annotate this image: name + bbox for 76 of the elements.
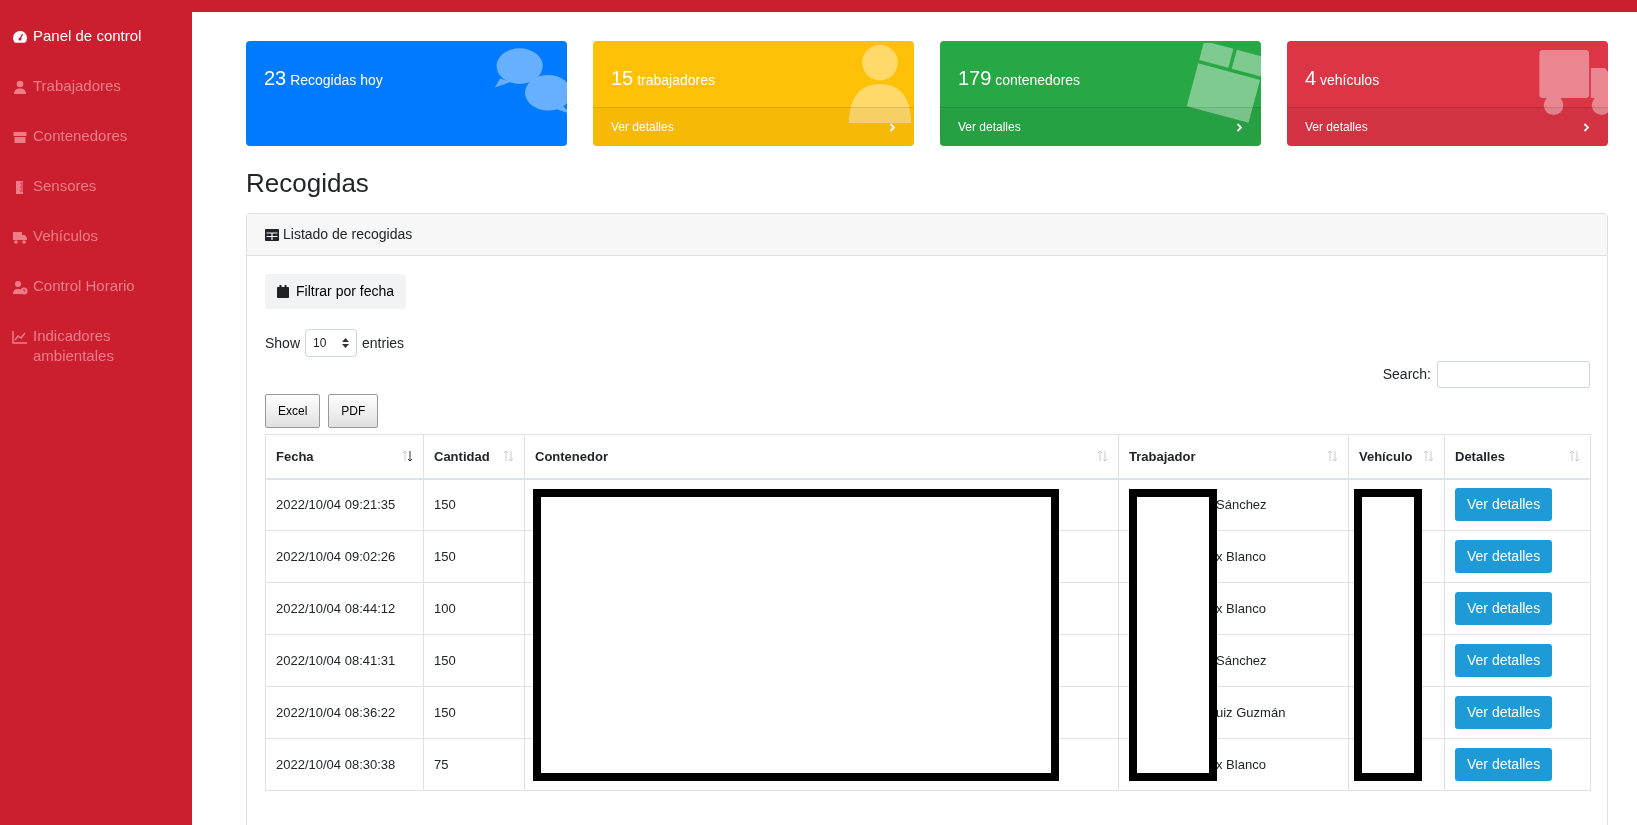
calendar-icon (277, 285, 289, 299)
table-cell: 2022/10/04 08:30:38 (276, 756, 396, 772)
table-cell: 150 (434, 652, 456, 668)
table-cell: uiz Guzmán (1216, 704, 1286, 720)
details-link[interactable]: Ver detalles (1287, 107, 1608, 146)
stat-value: 23 (264, 67, 287, 89)
table-cell: 150 (434, 497, 456, 513)
gauge-icon (12, 29, 28, 45)
user-clock-icon (12, 279, 28, 295)
table-cell: 100 (434, 600, 456, 616)
truck-icon (12, 229, 28, 245)
details-button[interactable]: Ver detalles (1455, 592, 1553, 626)
details-button[interactable]: Ver detalles (1455, 540, 1553, 574)
panel-title: Listado de recogidas (283, 225, 413, 245)
search-label: Search: (1382, 365, 1431, 385)
sidebar-item[interactable]: Sensores (0, 176, 192, 226)
table-cell: 150 (434, 704, 456, 720)
page-title: Recogidas (246, 168, 370, 200)
table-cell: Sánchez (1216, 497, 1267, 513)
user-icon (12, 79, 28, 95)
search-field[interactable] (1437, 361, 1590, 389)
details-button[interactable]: Ver detalles (1455, 644, 1553, 678)
stat-label: trabajadores (637, 72, 715, 88)
line-chart-icon (12, 329, 28, 345)
details-button[interactable]: Ver detalles (1455, 748, 1553, 782)
sidebar-item[interactable]: Contenedores (0, 126, 192, 176)
entries-label: entries (362, 333, 405, 353)
chevron-right-icon (889, 122, 896, 132)
table-cell: 75 (434, 756, 449, 772)
table-cell: 2022/10/04 09:02:26 (276, 548, 396, 564)
table-cell: 2022/10/04 08:36:22 (276, 704, 396, 720)
export-button[interactable]: PDF (328, 394, 379, 429)
table-cell: Sánchez (1216, 652, 1267, 668)
sort-arrows-icon (503, 450, 514, 463)
table-cell: x Blanco (1216, 756, 1266, 772)
sort-arrows-icon (1569, 450, 1580, 463)
details-link[interactable]: Ver detalles (940, 107, 1261, 146)
table-cell: x Blanco (1216, 600, 1266, 616)
sidebar-item[interactable]: Indicadores ambientales (0, 326, 192, 376)
table-cell: 2022/10/04 08:41:31 (276, 652, 396, 668)
stat-label: vehículos (1320, 72, 1380, 88)
updown-caret-icon (342, 338, 350, 349)
entries-select[interactable]: 10 (305, 329, 358, 358)
sort-arrows-icon (1097, 450, 1108, 463)
sort-arrows-icon (1327, 450, 1338, 463)
chevron-right-icon (1583, 122, 1590, 132)
table-cell: 2022/10/04 08:44:12 (276, 600, 396, 616)
sort-arrows-icon (1423, 450, 1434, 463)
chevron-right-icon (1236, 122, 1243, 132)
table-cell: x Blanco (1216, 548, 1266, 564)
show-label: Show (265, 333, 301, 353)
sort-arrows-icon (402, 450, 413, 463)
column-header[interactable]: Vehículo (1348, 434, 1445, 479)
stat-value: 179 (958, 67, 992, 89)
column-header[interactable]: Cantidad (423, 434, 525, 479)
table-cell: 2022/10/04 09:21:35 (276, 497, 396, 513)
details-button[interactable]: Ver detalles (1455, 488, 1553, 522)
sidebar-item[interactable]: Panel de control (0, 26, 192, 76)
stat-value: 4 (1305, 67, 1317, 89)
sidebar-item[interactable]: Trabajadores (0, 76, 192, 126)
sidebar-item[interactable]: Control Horario (0, 276, 192, 326)
stat-label: contenedores (995, 72, 1081, 88)
export-button[interactable]: Excel (265, 394, 321, 429)
stat-value: 15 (611, 67, 634, 89)
box-icon (12, 129, 28, 145)
column-header[interactable]: Fecha (265, 434, 424, 479)
details-link[interactable]: Ver detalles (593, 107, 914, 146)
stat-label: Recogidas hoy (290, 72, 383, 88)
table-cell: 150 (434, 548, 456, 564)
sidebar-item[interactable]: Vehículos (0, 226, 192, 276)
column-header[interactable]: Trabajador (1118, 434, 1349, 479)
table-icon (265, 228, 279, 241)
column-header[interactable]: Contenedor (524, 434, 1119, 479)
filter-button[interactable]: Filtrar por fecha (265, 274, 407, 310)
column-header[interactable]: Detalles (1444, 434, 1591, 479)
details-button[interactable]: Ver detalles (1455, 696, 1553, 730)
